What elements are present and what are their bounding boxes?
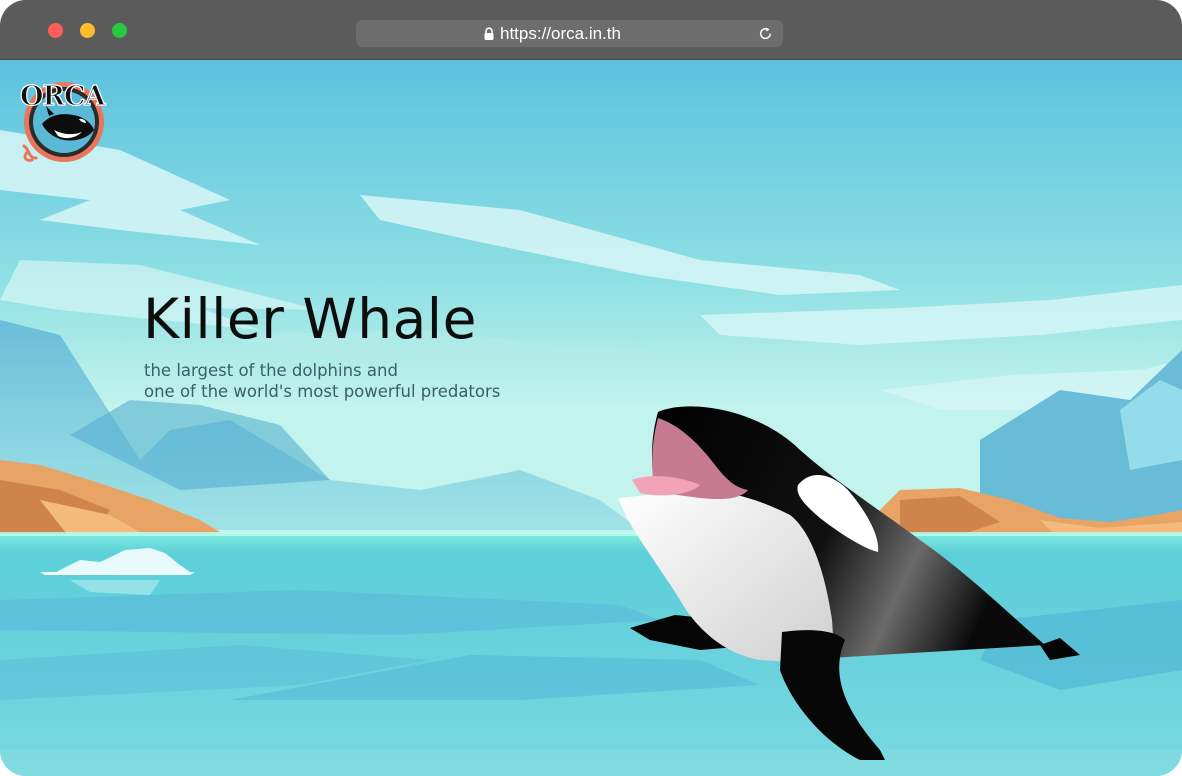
hero-illustration bbox=[0, 60, 1182, 776]
close-window-button[interactable] bbox=[48, 23, 63, 38]
url-text: https://orca.in.th bbox=[500, 24, 621, 43]
hero-title: Killer Whale bbox=[143, 287, 477, 351]
lock-icon bbox=[484, 27, 494, 40]
hero-subtitle-line-1: the largest of the dolphins and bbox=[144, 361, 398, 380]
orca-logo[interactable]: ORCA bbox=[16, 78, 116, 168]
reload-icon[interactable] bbox=[758, 26, 773, 41]
minimize-window-button[interactable] bbox=[80, 23, 95, 38]
logo-text: ORCA bbox=[20, 81, 106, 112]
hero-subtitle-line-2: one of the world's most powerful predato… bbox=[144, 382, 501, 401]
browser-window: https://orca.in.th ORCA Killer Whale the… bbox=[0, 0, 1182, 776]
address-bar[interactable]: https://orca.in.th bbox=[356, 20, 783, 47]
maximize-window-button[interactable] bbox=[112, 23, 127, 38]
browser-titlebar: https://orca.in.th bbox=[0, 0, 1182, 60]
